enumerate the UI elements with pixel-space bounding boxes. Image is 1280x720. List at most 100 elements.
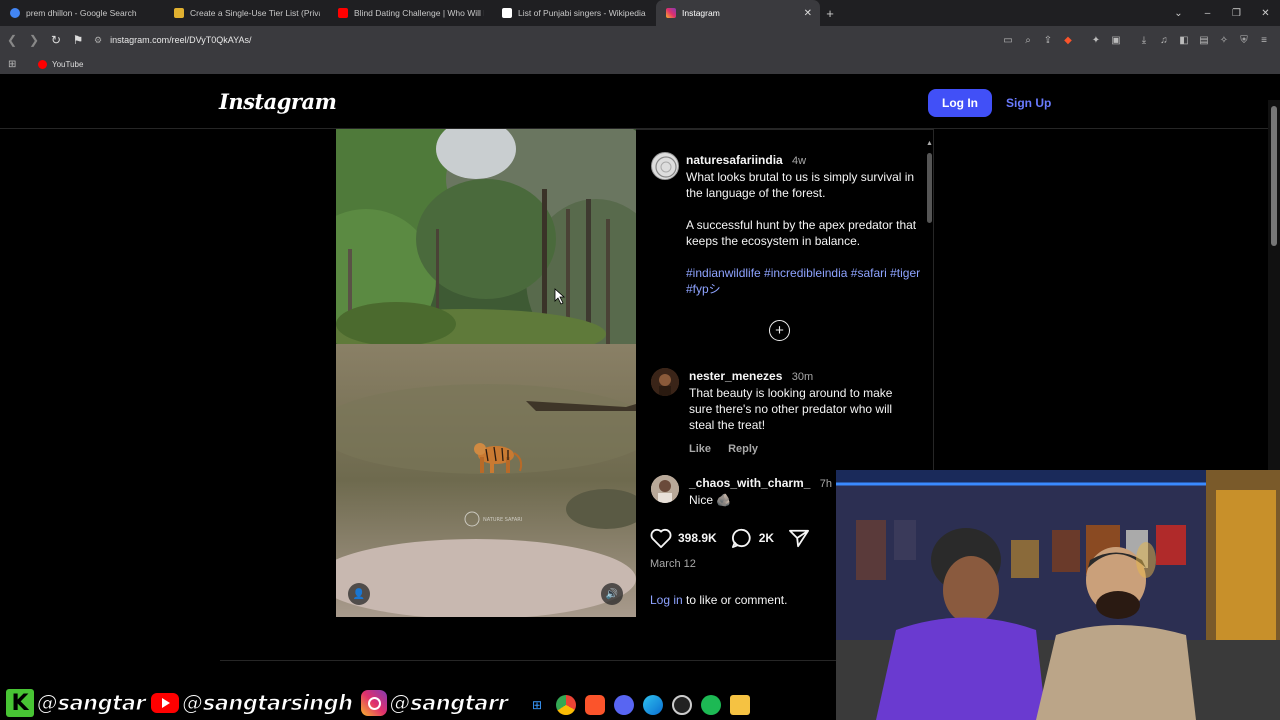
- discord-icon[interactable]: [614, 695, 634, 715]
- comment-count: 2K: [758, 531, 775, 545]
- profile-photo: [651, 475, 679, 503]
- scrollbar-thumb[interactable]: [1271, 106, 1277, 246]
- tab-instagram[interactable]: Instagram ✕: [656, 0, 820, 26]
- file-explorer-icon[interactable]: [730, 695, 750, 715]
- menu-icon[interactable]: ≡: [1254, 35, 1274, 46]
- tab-label: Blind Dating Challenge | Who Will Ki: [354, 8, 484, 18]
- sign-up-link[interactable]: Sign Up: [1006, 89, 1051, 117]
- spotify-icon[interactable]: [701, 695, 721, 715]
- log-in-button[interactable]: Log In: [928, 89, 992, 117]
- crypto-wallet-icon[interactable]: ▤: [1194, 35, 1214, 46]
- avatar[interactable]: [651, 152, 679, 180]
- avatar[interactable]: [651, 368, 679, 396]
- youtube-icon: [338, 8, 348, 18]
- user-tags-icon[interactable]: 👤: [348, 583, 370, 605]
- globe-logo-icon: [655, 156, 677, 178]
- tab-google-search[interactable]: prem dhillon - Google Search: [0, 0, 164, 26]
- back-icon[interactable]: ❮: [2, 33, 22, 47]
- caption-text: A successful hunt by the apex predator t…: [686, 218, 917, 248]
- audio-icon[interactable]: 🔊: [601, 583, 623, 605]
- comment-actions: Like Reply: [689, 441, 914, 457]
- login-prompt: Log in to like or comment.: [650, 593, 787, 607]
- comments-scrollbar[interactable]: ▲: [925, 140, 934, 515]
- brave-icon[interactable]: [585, 695, 605, 715]
- share-icon[interactable]: [788, 528, 810, 548]
- tab-tier-list[interactable]: Create a Single-Use Tier List (Private: [164, 0, 328, 26]
- brave-shields-icon[interactable]: ◆: [1058, 35, 1078, 46]
- windows-start-icon[interactable]: ⊞: [527, 695, 547, 715]
- heart-icon[interactable]: [650, 528, 672, 548]
- instagram-icon: [666, 8, 676, 18]
- youtube-logo-icon: [151, 693, 180, 713]
- forward-icon[interactable]: ❯: [24, 33, 44, 47]
- obs-icon[interactable]: [672, 695, 692, 715]
- log-in-link[interactable]: Log in: [650, 593, 683, 607]
- wikipedia-icon: [502, 8, 512, 18]
- minimize-icon[interactable]: –: [1193, 8, 1222, 19]
- tiger-forest-scene: NATURE SAFARI: [336, 129, 636, 617]
- apps-grid-icon[interactable]: ⊞: [8, 59, 28, 70]
- tab-label: Create a Single-Use Tier List (Private: [190, 8, 320, 18]
- login-prompt-text: to like or comment.: [682, 593, 788, 607]
- comment: nester_menezes 30m That beauty is lookin…: [689, 368, 914, 457]
- comment-username[interactable]: _chaos_with_charm_: [689, 476, 810, 490]
- instagram-header: Instagram Log In Sign Up: [0, 74, 1268, 129]
- scrollbar-thumb[interactable]: [927, 153, 932, 223]
- vpn-icon[interactable]: ⛨: [1234, 35, 1254, 46]
- leo-ai-icon[interactable]: ✧: [1214, 35, 1234, 46]
- address-toolbar: ❮ ❯ ↻ ⚑ ⚙ instagram.com/reel/DVyT0QkAYAs…: [0, 26, 1280, 54]
- zoom-icon[interactable]: ⌕: [1018, 35, 1038, 46]
- sidebar-icon[interactable]: ◧: [1174, 35, 1194, 46]
- caption-text: What looks brutal to us is simply surviv…: [686, 170, 915, 200]
- music-icon[interactable]: ♫: [1154, 35, 1174, 46]
- tierlist-icon: [174, 8, 184, 18]
- instagram-logo[interactable]: Instagram: [219, 89, 337, 114]
- profile-photo: [651, 368, 679, 396]
- wallet-icon[interactable]: ▣: [1106, 35, 1126, 46]
- reload-icon[interactable]: ↻: [46, 33, 66, 47]
- reply-button[interactable]: Reply: [728, 443, 758, 455]
- tab-youtube-video[interactable]: Blind Dating Challenge | Who Will Ki: [328, 0, 492, 26]
- watermark-text: NATURE SAFARI: [483, 517, 522, 523]
- comment-icon[interactable]: [731, 528, 753, 548]
- chrome-icon[interactable]: [556, 695, 576, 715]
- share-icon[interactable]: ⇪: [1038, 35, 1058, 46]
- tab-label: Instagram: [682, 8, 720, 18]
- tab-search-icon[interactable]: ⌄: [1164, 8, 1193, 19]
- url-text: instagram.com/reel/DVyT0QkAYAs/: [110, 35, 252, 45]
- post-time: 4w: [792, 155, 807, 167]
- load-more-comments-icon[interactable]: +: [769, 320, 790, 341]
- instagram-handle: @sangtarr: [389, 691, 509, 716]
- bookmark-youtube[interactable]: YouTube: [52, 60, 83, 69]
- google-icon: [10, 8, 20, 18]
- new-tab-icon[interactable]: +: [820, 6, 840, 21]
- hashtags[interactable]: #indianwildlife #incredibleindia #safari…: [686, 265, 921, 297]
- kick-logo-icon: K: [6, 689, 34, 717]
- reader-icon[interactable]: ▭: [998, 35, 1018, 46]
- post-caption: naturesafariindia 4w What looks brutal t…: [686, 152, 921, 313]
- avatar[interactable]: [651, 475, 679, 503]
- url-field[interactable]: ⚙ instagram.com/reel/DVyT0QkAYAs/: [90, 30, 990, 50]
- reel-video[interactable]: NATURE SAFARI 👤 🔊: [336, 129, 636, 617]
- like-comment-button[interactable]: Like: [689, 443, 711, 455]
- scroll-up-icon[interactable]: ▲: [926, 140, 933, 147]
- comment-username[interactable]: nester_menezes: [689, 369, 782, 383]
- taskbar: ⊞: [527, 692, 759, 718]
- comment-time: 7h: [819, 478, 832, 490]
- window-controls: ⌄ – ❐ ✕: [1164, 0, 1280, 26]
- tab-wikipedia[interactable]: List of Punjabi singers - Wikipedia: [492, 0, 656, 26]
- edge-icon[interactable]: [643, 695, 663, 715]
- instagram-logo-icon: [360, 690, 387, 716]
- close-window-icon[interactable]: ✕: [1251, 8, 1280, 19]
- download-icon[interactable]: ⤓: [1134, 35, 1154, 46]
- extensions-icon[interactable]: ✦: [1086, 35, 1106, 46]
- kick-handle: @sangtar: [36, 691, 146, 716]
- youtube-handle: @sangtarsingh: [182, 691, 354, 716]
- post-username[interactable]: naturesafariindia: [686, 153, 783, 167]
- close-tab-icon[interactable]: ✕: [804, 8, 812, 19]
- bookmarks-bar: ⊞ YouTube: [0, 54, 1280, 74]
- site-info-icon[interactable]: ⚙: [94, 35, 102, 46]
- maximize-icon[interactable]: ❐: [1222, 8, 1251, 19]
- bookmark-icon[interactable]: ⚑: [68, 33, 88, 47]
- tab-label: prem dhillon - Google Search: [26, 8, 137, 18]
